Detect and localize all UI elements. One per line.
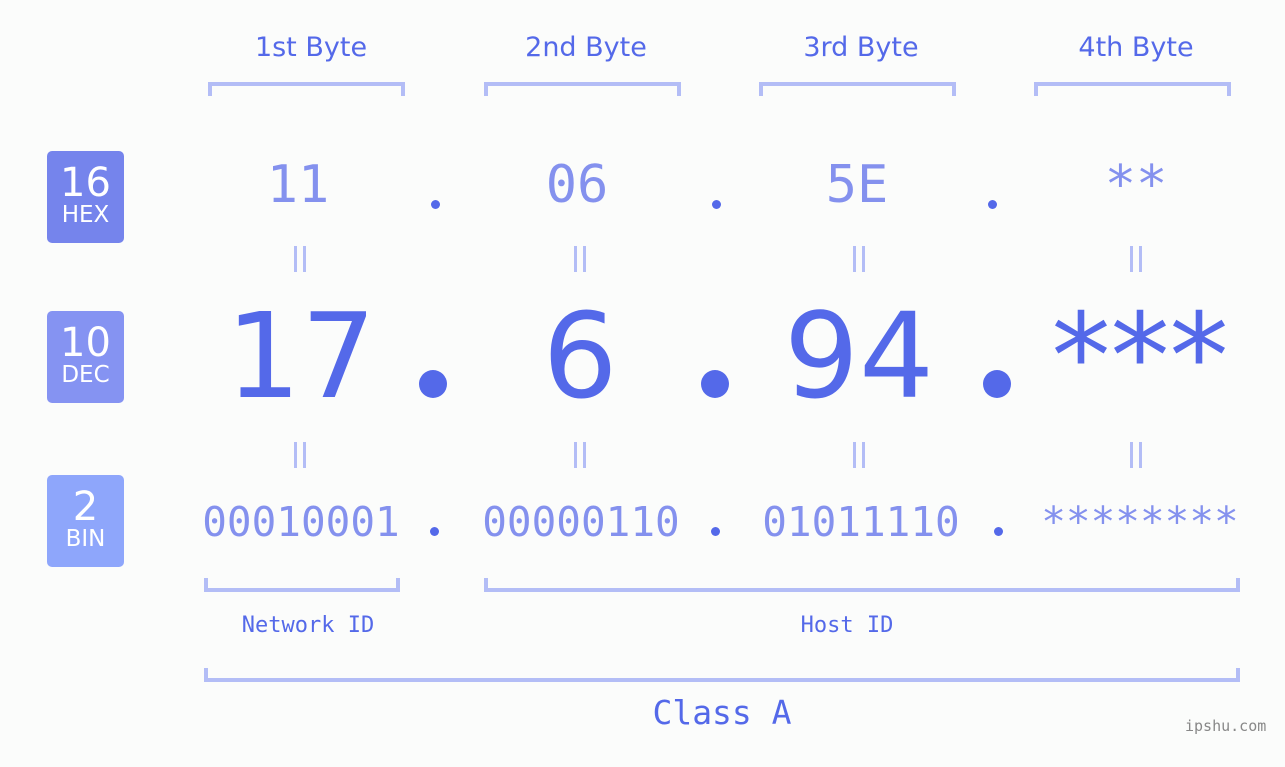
class-label: Class A: [652, 693, 792, 732]
dec-dot-2: [701, 370, 729, 398]
bin-byte-2: 00000110: [482, 498, 680, 546]
dec-byte-2: 6: [542, 287, 618, 425]
dec-base: 10: [60, 320, 111, 366]
byte-bracket-1: [208, 82, 405, 96]
dec-byte-1: 17: [225, 287, 377, 425]
hex-byte-1: 11: [266, 155, 330, 215]
hex-dot-2: [712, 200, 721, 209]
byte-header-2: 2nd Byte: [525, 32, 647, 63]
hex-dot-1: [431, 200, 440, 209]
dec-label: DEC: [61, 362, 110, 388]
bin-byte-1: 00010001: [202, 498, 400, 546]
equals-icon: [560, 240, 600, 289]
hex-badge: 16 HEX: [47, 151, 124, 243]
dec-dot-3: [983, 370, 1011, 398]
dec-byte-4: ***: [1051, 287, 1229, 425]
byte-header-4: 4th Byte: [1078, 32, 1194, 63]
bin-label: BIN: [65, 526, 106, 552]
dec-badge: 10 DEC: [47, 311, 124, 403]
equals-icon: [839, 436, 879, 485]
bin-dot-2: [711, 527, 720, 536]
hex-byte-3: 5E: [825, 155, 889, 215]
hex-byte-2: 06: [545, 155, 609, 215]
equals-icon: [280, 240, 320, 289]
hex-base: 16: [60, 160, 111, 206]
dec-dot-1: [419, 370, 447, 398]
equals-icon: [560, 436, 600, 485]
site-watermark: ipshu.com: [1185, 717, 1267, 735]
hex-label: HEX: [61, 202, 110, 228]
host-id-label: Host ID: [800, 613, 894, 638]
bin-badge: 2 BIN: [47, 475, 124, 567]
class-bracket: [204, 668, 1240, 682]
byte-bracket-3: [759, 82, 956, 96]
bin-base: 2: [72, 484, 99, 530]
host-id-bracket: [484, 578, 1240, 592]
bin-dot-3: [994, 527, 1003, 536]
network-id-bracket: [204, 578, 400, 592]
dec-byte-3: 94: [783, 287, 935, 425]
equals-icon: [280, 436, 320, 485]
equals-icon: [1116, 436, 1156, 485]
byte-header-3: 3rd Byte: [803, 32, 919, 63]
bin-byte-3: 01011110: [762, 498, 960, 546]
byte-bracket-2: [484, 82, 681, 96]
byte-header-1: 1st Byte: [254, 32, 368, 63]
hex-dot-3: [988, 200, 997, 209]
equals-icon: [839, 240, 879, 289]
bin-dot-1: [430, 527, 439, 536]
hex-byte-4: **: [1104, 155, 1168, 215]
network-id-label: Network ID: [241, 613, 375, 638]
bin-byte-4: ********: [1041, 498, 1239, 546]
byte-bracket-4: [1034, 82, 1231, 96]
equals-icon: [1116, 240, 1156, 289]
